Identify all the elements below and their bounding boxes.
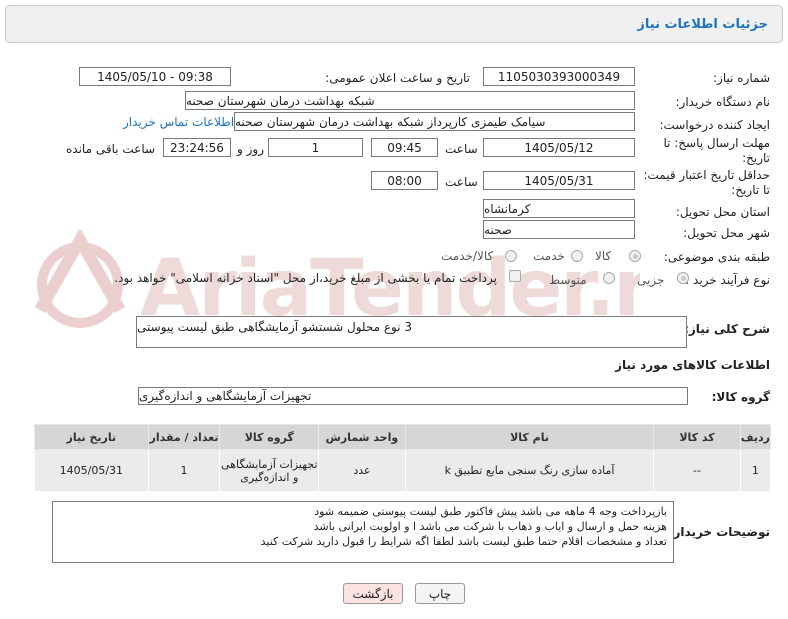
remaining-label: ساعت باقی مانده [66, 142, 156, 156]
days-label: روز و [237, 142, 264, 156]
buyer-org-field: شبکه بهداشت درمان شهرستان صحنه [185, 91, 635, 110]
buyer-notes-label: توضیحات خریدار: [668, 525, 770, 539]
summary-label: شرح کلی نیاز: [684, 322, 770, 336]
requester-field: سیامک طیمزی کارپرداز شبکه بهداشت درمان ش… [234, 112, 635, 131]
panel-header: جزئیات اطلاعات نیاز [5, 5, 783, 43]
price-time-field: 08:00 [371, 171, 438, 190]
buyer-org-label: نام دستگاه خریدار: [675, 95, 771, 109]
panel-title: جزئیات اطلاعات نیاز [637, 17, 768, 32]
remaining-time-field: 23:24:56 [163, 138, 231, 157]
process-option-medium: متوسط [549, 273, 587, 287]
reply-time-field: 09:45 [371, 138, 438, 157]
process-option-minor: جزیی [637, 273, 665, 287]
table-row: 1 -- آماده سازی رنگ سنجی مایع تطبیق k عد… [34, 449, 772, 492]
cell-quantity: 1 [147, 449, 221, 492]
category-option-goods: کالا [595, 249, 612, 263]
goods-group-label: گروه کالا: [711, 390, 770, 404]
need-number-label: شماره نیاز: [713, 71, 770, 85]
payment-checkbox[interactable] [509, 270, 521, 282]
city-label: شهر محل تحویل: [683, 226, 770, 240]
payment-note: پرداخت تمام یا بخشی از مبلغ خرید،از محل … [114, 271, 497, 285]
category-radio-goods-service[interactable] [505, 250, 517, 262]
col-need-date: تاریخ نیاز [34, 424, 149, 450]
price-time-label: ساعت [445, 175, 478, 189]
items-table: ردیف کد کالا نام کالا واحد شمارش گروه کا… [34, 424, 772, 492]
print-button[interactable]: چاپ [415, 583, 465, 604]
category-label: طبقه بندی موضوعی: [663, 250, 770, 264]
reply-date-field: 1405/05/12 [483, 138, 635, 157]
reply-deadline-label: مهلت ارسال پاسخ: تا تاریخ: [663, 136, 770, 165]
buyer-notes-field: بازپرداخت وجه 4 ماهه می باشد پیش فاکتور … [52, 501, 674, 563]
days-count-field: 1 [268, 138, 363, 157]
cell-goods-name: آماده سازی رنگ سنجی مایع تطبیق k [404, 449, 655, 492]
cell-unit: عدد [318, 449, 406, 492]
cell-row-number: 1 [739, 449, 772, 492]
price-validity-label: حداقل تاریخ اعتبار قیمت: تا تاریخ: [643, 168, 770, 197]
category-radio-service[interactable] [571, 250, 583, 262]
category-radio-goods[interactable] [629, 250, 641, 262]
cell-need-date: 1405/05/31 [34, 449, 149, 492]
col-row-number: ردیف [739, 424, 772, 450]
price-date-field: 1405/05/31 [483, 171, 635, 190]
process-radio-minor[interactable] [677, 272, 689, 284]
category-option-service: خدمت [533, 249, 565, 263]
col-goods-code: کد کالا [653, 424, 741, 450]
process-radio-medium[interactable] [603, 272, 615, 284]
buyer-notes-line: تعداد و مشخصات اقلام حتما طبق لیست باشد … [260, 535, 667, 548]
goods-info-title: اطلاعات کالاهای مورد نیاز [615, 358, 770, 372]
goods-group-field: تجهیزات آزمایشگاهی و اندازه‌گیری [138, 387, 688, 405]
reply-time-label: ساعت [445, 142, 478, 156]
need-number-field: 1105030393000349 [483, 67, 635, 86]
back-button[interactable]: بازگشت [343, 583, 403, 604]
summary-text: 3 نوع محلول شستشو آزمایشگاهی طبق لیست پی… [137, 320, 413, 334]
col-quantity: تعداد / مقدار [147, 424, 221, 450]
cell-goods-code: -- [653, 449, 741, 492]
buyer-notes-line: بازپرداخت وجه 4 ماهه می باشد پیش فاکتور … [314, 505, 667, 518]
col-goods-name: نام کالا [404, 424, 655, 450]
announce-label: تاریخ و ساعت اعلان عمومی: [325, 71, 470, 85]
summary-field: 3 نوع محلول شستشو آزمایشگاهی طبق لیست پی… [136, 316, 687, 348]
buyer-contact-link[interactable]: اطلاعات تماس خریدار [123, 115, 234, 129]
table-header-row: ردیف کد کالا نام کالا واحد شمارش گروه کا… [34, 424, 772, 450]
process-label: نوع فرآیند خرید : [685, 273, 770, 287]
province-field: کرمانشاه [483, 199, 635, 218]
requester-label: ایجاد کننده درخواست: [659, 118, 770, 132]
col-goods-group: گروه کالا [219, 424, 320, 450]
cell-goods-group: تجهیزات آزمایشگاهی و اندازه‌گیری [219, 449, 320, 492]
buyer-notes-line: هزینه حمل و ارسال و ایاب و ذهاب با شرکت … [313, 520, 667, 533]
announce-field: 1405/05/10 - 09:38 [79, 67, 231, 86]
city-field: صحنه [483, 220, 635, 239]
province-label: استان محل تحویل: [675, 205, 770, 219]
category-option-goods-service: کالا/خدمت [441, 249, 494, 263]
col-unit: واحد شمارش [318, 424, 406, 450]
